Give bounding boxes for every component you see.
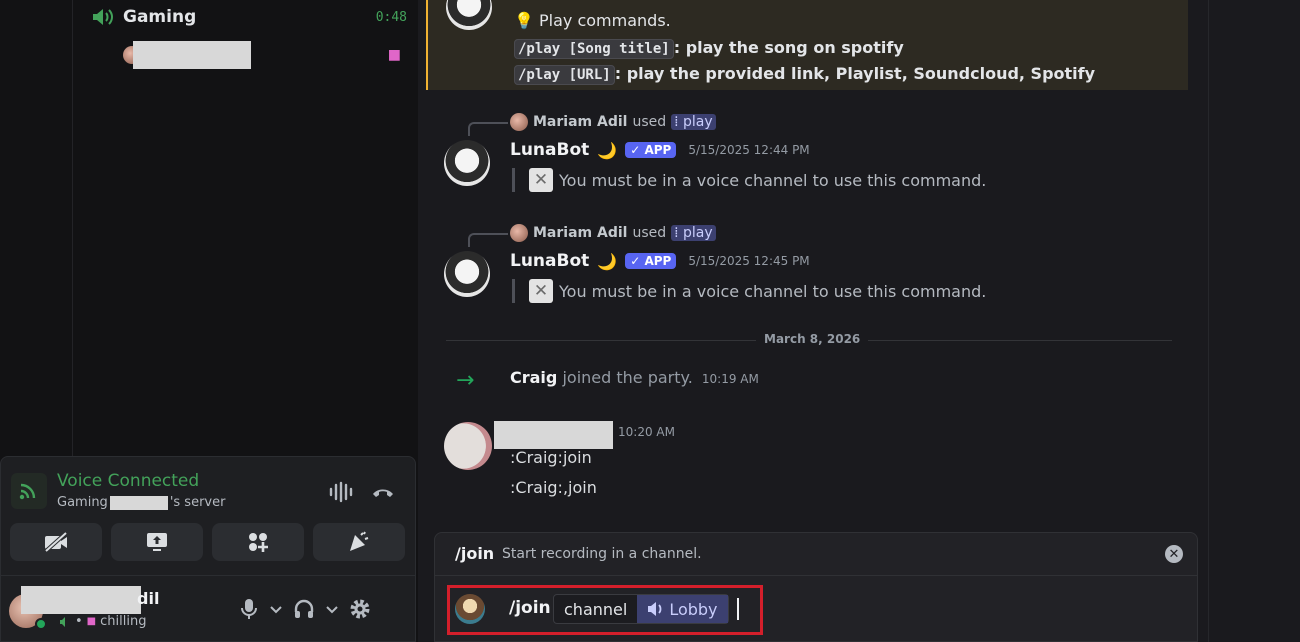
inline-code: /play [URL] (514, 65, 615, 85)
camera-off-icon (44, 531, 68, 553)
message-timestamp[interactable]: 5/15/2025 12:45 PM (688, 254, 809, 268)
chevron-down-icon[interactable] (269, 602, 283, 616)
system-join-message: Craig joined the party. 10:19 AM (510, 368, 759, 387)
soundboard-button[interactable] (313, 523, 405, 561)
message-content: :Craig:,join (510, 478, 597, 497)
avatar[interactable] (444, 251, 490, 297)
message-timestamp[interactable]: 5/15/2025 12:44 PM (688, 143, 809, 157)
command-mention[interactable]: ⁞ play (671, 114, 716, 130)
user-status[interactable]: • ■ chilling (59, 614, 146, 629)
text-caret (737, 598, 739, 620)
avatar[interactable] (444, 140, 490, 186)
command-reply-reference[interactable]: Mariam Adil used ⁞ play (510, 224, 716, 242)
autocomplete-command: /join (455, 544, 495, 563)
join-arrow-icon: → (456, 368, 475, 393)
date-divider-label: March 8, 2026 (756, 332, 869, 346)
activities-button[interactable] (212, 523, 304, 561)
activity-couch-icon: ■ (387, 47, 401, 63)
reply-connector (468, 233, 508, 247)
soundboard-icon (350, 531, 369, 551)
activities-icon (249, 533, 268, 552)
camera-toggle-button[interactable] (10, 523, 102, 561)
message-composer[interactable]: /join channel Lobby (434, 575, 1198, 642)
message-content: :Craig:join (510, 448, 592, 467)
moon-emoji: 🌙 (597, 251, 618, 271)
avatar[interactable] (444, 422, 492, 470)
headphones-icon[interactable] (293, 598, 315, 620)
disconnect-icon[interactable] (371, 481, 395, 503)
redacted-username (133, 41, 251, 69)
message-content: ✕ You must be in a voice channel to use … (512, 279, 986, 303)
inline-code: /play [Song title] (514, 39, 674, 59)
voice-channel-name: Gaming (123, 7, 197, 27)
avatar (510, 113, 528, 131)
microphone-icon[interactable] (239, 598, 259, 620)
user-panel: dil • ■ chilling (1, 575, 415, 641)
close-icon[interactable]: ✕ (1165, 545, 1183, 563)
message-content: ✕ You must be in a voice channel to use … (512, 168, 986, 192)
speaker-icon (648, 602, 662, 616)
signal-icon[interactable] (11, 473, 47, 509)
member-list-strip (1208, 0, 1300, 642)
command-option-chip[interactable]: channel Lobby (553, 594, 729, 624)
composer-command: /join (509, 598, 551, 618)
redacted-username (21, 586, 141, 614)
voice-connected-status[interactable]: Voice Connected (57, 471, 199, 491)
voice-channel-timer: 0:48 (375, 9, 407, 25)
message-author[interactable]: LunaBot (510, 140, 589, 160)
command-mention[interactable]: ⁞ play (671, 225, 716, 241)
username-suffix[interactable]: dil (137, 589, 159, 608)
voice-channel-gaming[interactable]: Gaming 0:48 (91, 4, 411, 30)
cross-mark-icon: ✕ (529, 168, 553, 192)
option-name: channel (564, 599, 628, 619)
voice-channel-member[interactable]: ■ (123, 40, 413, 70)
bot-help-message: 💡 Play commands. /play [Song title]: pla… (426, 0, 1188, 90)
command-reply-reference[interactable]: Mariam Adil used ⁞ play (510, 113, 716, 131)
online-status-dot (35, 618, 47, 630)
option-value[interactable]: Lobby (637, 595, 728, 623)
message-author[interactable]: LunaBot (510, 251, 589, 271)
bot-avatar (455, 594, 485, 624)
command-autocomplete[interactable]: /join Start recording in a channel. ✕ (434, 532, 1198, 576)
app-badge: ✓ APP (625, 142, 677, 158)
message-timestamp[interactable]: 10:20 AM (618, 425, 675, 439)
autocomplete-description: Start recording in a channel. (502, 546, 702, 562)
speaker-icon (60, 616, 65, 627)
moon-emoji: 🌙 (597, 140, 618, 160)
app-badge: ✓ APP (625, 253, 677, 269)
redacted-username (494, 421, 613, 449)
redacted-server-name (109, 495, 168, 510)
avatar[interactable] (446, 0, 492, 30)
voice-connection-panel: Voice Connected Gaming 's server dil • ■… (0, 456, 416, 642)
speaker-icon (93, 9, 113, 25)
screen-share-icon (147, 533, 167, 551)
lightbulb-icon: 💡 (514, 11, 534, 30)
avatar (510, 224, 528, 242)
chat-area: 💡 Play commands. /play [Song title]: pla… (426, 0, 1208, 642)
activity-couch-icon: ■ (86, 616, 97, 627)
chevron-down-icon[interactable] (325, 602, 339, 616)
reply-connector (468, 122, 508, 136)
noise-suppression-icon[interactable] (327, 481, 355, 503)
screen-share-button[interactable] (111, 523, 203, 561)
gear-icon[interactable] (349, 598, 371, 620)
voice-connected-channel[interactable]: Gaming 's server (57, 495, 225, 510)
cross-mark-icon: ✕ (529, 279, 553, 303)
